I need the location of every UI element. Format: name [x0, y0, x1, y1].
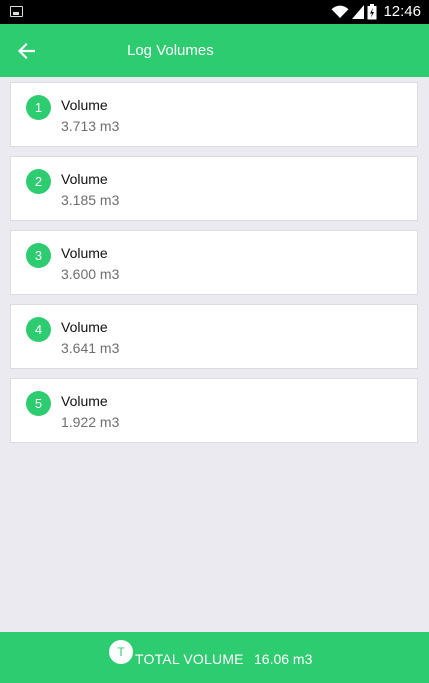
log-label: Volume [61, 319, 108, 335]
page-title: Log Volumes [127, 42, 214, 59]
log-item[interactable]: 4 Volume 3.641 m3 [10, 304, 418, 369]
log-item[interactable]: 5 Volume 1.922 m3 [10, 378, 418, 443]
arrow-back-icon [17, 42, 35, 60]
clock: 12:46 [383, 3, 421, 20]
app-bar: Log Volumes [0, 24, 429, 77]
wifi-icon [331, 5, 349, 19]
image-notification-icon [10, 6, 23, 17]
log-volume-list: 1 Volume 3.713 m3 2 Volume 3.185 m3 3 Vo… [10, 82, 418, 452]
log-volume-value: 1.922 m3 [61, 414, 120, 430]
log-item[interactable]: 1 Volume 3.713 m3 [10, 82, 418, 147]
log-number-badge: 1 [26, 95, 51, 120]
back-button[interactable] [12, 37, 40, 65]
log-label: Volume [61, 171, 108, 187]
log-volume-value: 3.641 m3 [61, 340, 120, 356]
log-label: Volume [61, 97, 108, 113]
log-item[interactable]: 3 Volume 3.600 m3 [10, 230, 418, 295]
signal-icon [352, 5, 364, 19]
log-volume-value: 3.185 m3 [61, 192, 120, 208]
log-volume-value: 3.600 m3 [61, 266, 120, 282]
total-badge: T [109, 640, 133, 664]
log-number-badge: 2 [26, 169, 51, 194]
status-bar: 12:46 [0, 0, 429, 24]
battery-icon [367, 4, 377, 20]
log-item[interactable]: 2 Volume 3.185 m3 [10, 156, 418, 221]
log-number-badge: 4 [26, 317, 51, 342]
log-label: Volume [61, 245, 108, 261]
log-label: Volume [61, 393, 108, 409]
log-number-badge: 5 [26, 391, 51, 416]
total-volume-value: 16.06 m3 [254, 651, 313, 667]
total-volume-bar[interactable]: T TOTAL VOLUME 16.06 m3 [0, 632, 429, 683]
log-volume-value: 3.713 m3 [61, 118, 120, 134]
system-icons [331, 4, 377, 20]
log-number-badge: 3 [26, 243, 51, 268]
total-volume-label: TOTAL VOLUME [135, 651, 244, 667]
